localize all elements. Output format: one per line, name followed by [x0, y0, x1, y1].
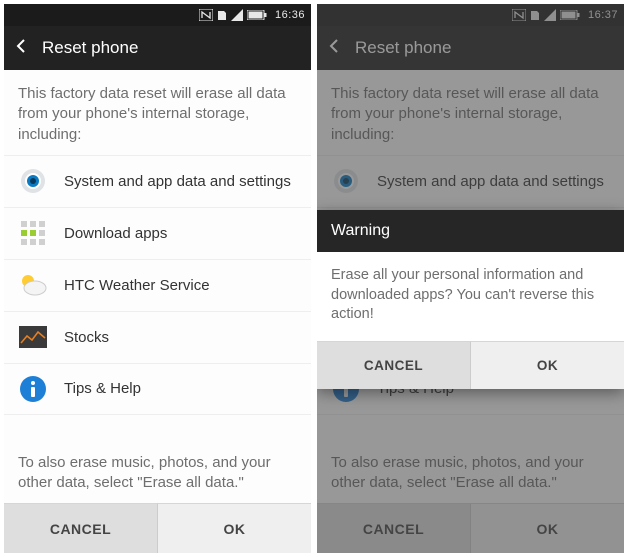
signal-icon: x [231, 9, 243, 21]
content-area: This factory data reset will erase all d… [4, 70, 311, 503]
app-header: Reset phone [4, 26, 311, 70]
list-item: Stocks [4, 311, 311, 363]
dialog-ok-button[interactable]: OK [471, 341, 624, 389]
list-item-label: Stocks [64, 329, 109, 346]
apps-grid-icon [18, 218, 48, 248]
weather-icon [18, 270, 48, 300]
list-item: Download apps [4, 207, 311, 259]
list-item-label: Download apps [64, 225, 167, 242]
back-icon[interactable] [14, 39, 28, 58]
info-icon [18, 374, 48, 404]
button-row: CANCEL OK [4, 503, 311, 553]
sim-icon [217, 9, 227, 21]
nfc-icon [199, 9, 213, 21]
cancel-button[interactable]: CANCEL [4, 503, 158, 553]
status-bar: x 16:36 [4, 4, 311, 26]
gear-ring-icon [18, 166, 48, 196]
ok-button[interactable]: OK [158, 503, 311, 553]
screen-reset-phone: x 16:36 Reset phone This factory data re… [4, 4, 311, 553]
list-item: System and app data and settings [4, 155, 311, 207]
list-item: HTC Weather Service [4, 259, 311, 311]
erase-list: System and app data and settings Downloa… [4, 155, 311, 441]
dialog-cancel-button[interactable]: CANCEL [317, 341, 471, 389]
list-item-label: System and app data and settings [64, 173, 291, 190]
warning-dialog: Warning Erase all your personal informat… [317, 210, 624, 389]
intro-text: This factory data reset will erase all d… [4, 70, 311, 155]
footnote-text: To also erase music, photos, and your ot… [4, 441, 311, 504]
battery-icon [247, 10, 267, 20]
list-item: Tips & Help [4, 363, 311, 415]
dialog-message: Erase all your personal information and … [317, 252, 624, 341]
stocks-icon [18, 322, 48, 352]
status-time: 16:36 [275, 9, 305, 21]
list-item-label: Tips & Help [64, 380, 141, 397]
svg-text:x: x [233, 10, 236, 16]
list-item-label: HTC Weather Service [64, 277, 210, 294]
dialog-button-row: CANCEL OK [317, 341, 624, 389]
screen-reset-phone-warning: x 16:37 Reset phone This factory data re… [317, 4, 624, 553]
dialog-title: Warning [317, 210, 624, 252]
page-title: Reset phone [42, 38, 138, 58]
